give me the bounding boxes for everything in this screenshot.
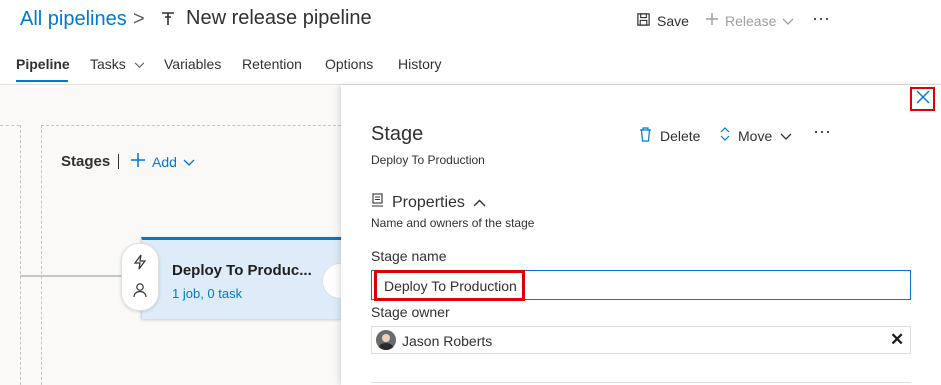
- save-icon: [636, 12, 651, 30]
- plus-icon: [130, 152, 146, 171]
- clear-owner-icon[interactable]: ✕: [890, 330, 904, 350]
- person-icon[interactable]: [133, 282, 147, 303]
- panel-more-button[interactable]: ···: [813, 121, 831, 142]
- stage-card-tasks-link[interactable]: 1 job, 0 task: [172, 286, 242, 301]
- tab-pipeline[interactable]: Pipeline: [16, 56, 70, 72]
- more-actions-button[interactable]: ···: [812, 8, 830, 29]
- pre-deployment-conditions[interactable]: [121, 243, 159, 311]
- lightning-icon[interactable]: [132, 254, 148, 275]
- chevron-down-icon: [134, 56, 145, 72]
- release-label: Release: [725, 12, 777, 29]
- page-title: New release pipeline: [186, 7, 372, 29]
- chevron-up-icon: [473, 194, 486, 212]
- tab-options[interactable]: Options: [325, 56, 373, 72]
- stage-name-value: Deploy To Production: [384, 278, 517, 294]
- divider: [118, 154, 119, 169]
- breadcrumb-all-pipelines[interactable]: All pipelines: [20, 8, 127, 31]
- save-label: Save: [657, 13, 689, 29]
- pipeline-canvas: Stages Add Deploy To Produc... 1 job, 0 …: [0, 85, 358, 385]
- stage-owner-name: Jason Roberts: [402, 333, 493, 349]
- pipeline-icon: [160, 11, 176, 32]
- chevron-down-icon: [782, 13, 794, 29]
- chevron-down-icon: [183, 154, 195, 170]
- tab-retention[interactable]: Retention: [242, 56, 302, 72]
- move-label: Move: [738, 127, 773, 144]
- panel-subtitle: Deploy To Production: [371, 153, 485, 167]
- add-label: Add: [152, 153, 177, 170]
- delete-stage-button[interactable]: Delete: [639, 127, 700, 145]
- stage-name-label: Stage name: [371, 248, 447, 264]
- stage-owner-label: Stage owner: [371, 304, 450, 320]
- artifacts-boundary-top: [0, 125, 20, 126]
- close-icon: [916, 90, 930, 109]
- properties-section-toggle[interactable]: Properties: [371, 193, 486, 212]
- chevron-down-icon: [780, 128, 792, 144]
- plus-icon: [705, 12, 719, 29]
- stage-card-name: Deploy To Produc...: [172, 262, 312, 279]
- tab-bar: Pipeline Tasks Variables Retention Optio…: [0, 44, 941, 85]
- stage-properties-panel: Stage Deploy To Production Delete Move ·…: [341, 85, 941, 385]
- tab-tasks[interactable]: Tasks: [90, 56, 145, 72]
- top-bar: All pipelines > New release pipeline Sav…: [0, 0, 941, 44]
- stage-owner-field[interactable]: Jason Roberts ✕: [371, 326, 911, 354]
- stages-heading: Stages: [61, 153, 111, 170]
- panel-title: Stage: [371, 123, 424, 145]
- stages-boundary: [41, 125, 42, 385]
- move-stage-button[interactable]: Move: [720, 127, 792, 144]
- save-button[interactable]: Save: [636, 12, 689, 30]
- connector-line: [20, 275, 124, 277]
- tab-tasks-label: Tasks: [90, 56, 126, 72]
- close-panel-button[interactable]: [910, 87, 935, 111]
- tab-history[interactable]: History: [398, 56, 442, 72]
- active-tab-indicator: [16, 80, 68, 82]
- avatar: [376, 330, 396, 350]
- tab-variables[interactable]: Variables: [164, 56, 221, 72]
- release-button[interactable]: Release: [705, 12, 794, 29]
- stages-boundary-top: [41, 125, 341, 126]
- up-down-icon: [720, 127, 730, 144]
- properties-icon: [371, 193, 384, 212]
- divider: [371, 382, 911, 383]
- breadcrumb-separator: >: [133, 8, 145, 30]
- properties-description: Name and owners of the stage: [371, 216, 535, 230]
- delete-label: Delete: [660, 128, 701, 144]
- add-stage-button[interactable]: Add: [130, 152, 195, 171]
- trash-icon: [639, 127, 652, 145]
- properties-heading: Properties: [392, 193, 465, 211]
- artifacts-boundary: [20, 125, 21, 385]
- stage-card[interactable]: Deploy To Produc... 1 job, 0 task: [141, 237, 342, 319]
